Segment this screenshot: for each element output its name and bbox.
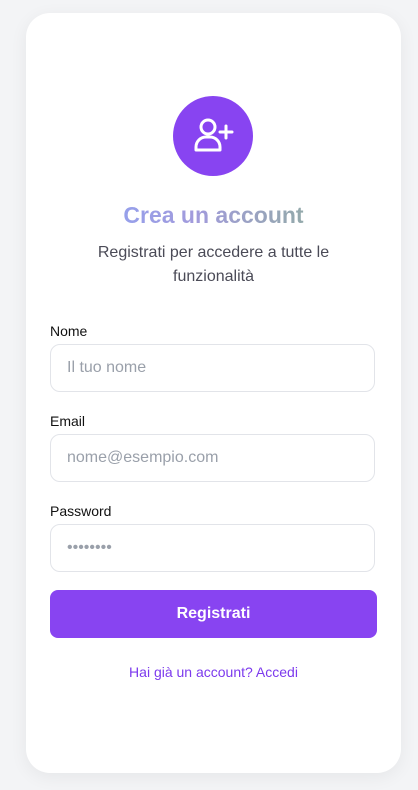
user-plus-avatar (173, 96, 253, 176)
user-plus-icon (194, 118, 234, 152)
register-button[interactable]: Registrati (50, 590, 377, 638)
page-title: Crea un account (26, 200, 401, 230)
name-input[interactable] (50, 344, 375, 392)
email-input[interactable] (50, 434, 375, 482)
signup-card: Crea un account Registrati per accedere … (26, 13, 401, 773)
login-link[interactable]: Hai già un account? Accedi (26, 663, 401, 681)
password-label: Password (50, 503, 112, 519)
name-label: Nome (50, 323, 88, 339)
password-input[interactable] (50, 524, 375, 572)
page-subtitle: Registrati per accedere a tutte le funzi… (97, 244, 330, 285)
email-label: Email (50, 413, 86, 429)
